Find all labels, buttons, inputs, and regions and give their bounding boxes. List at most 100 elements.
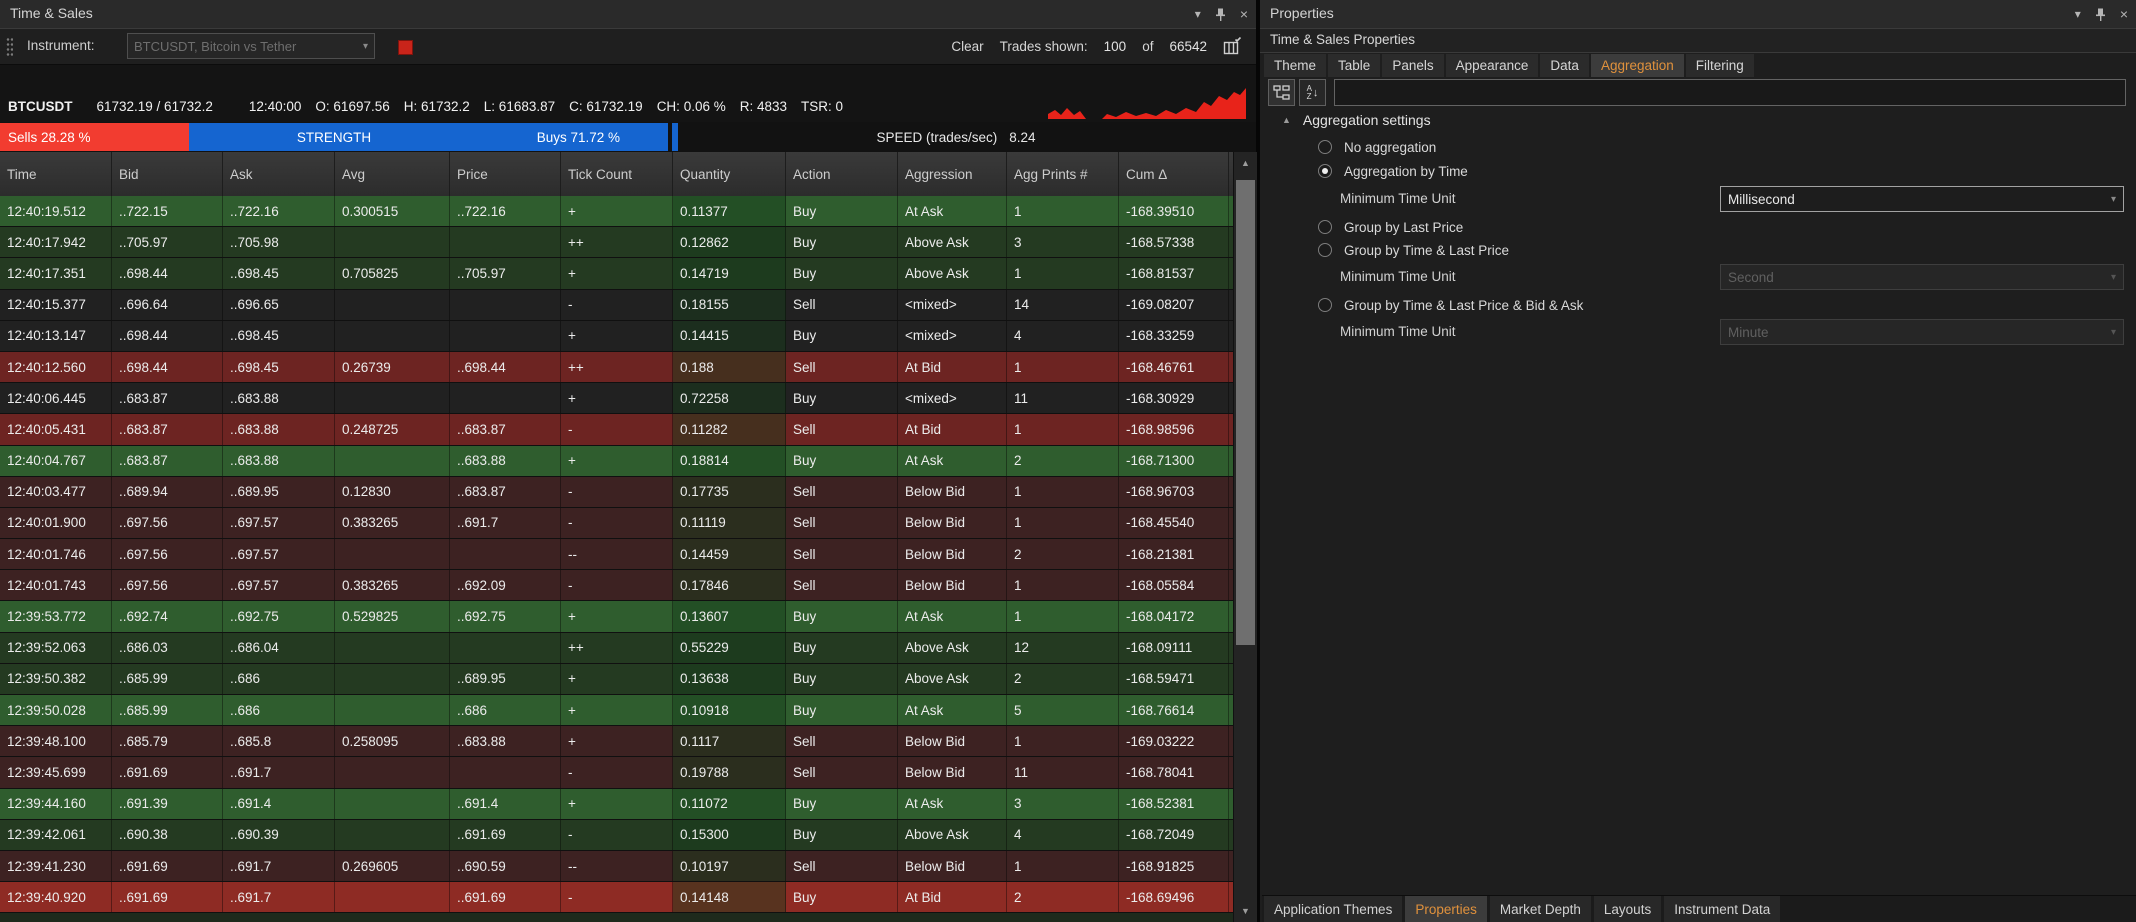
cell-tick: -	[561, 508, 673, 538]
drag-grip-icon[interactable]	[6, 37, 13, 56]
cell-price: ..690.59	[450, 851, 561, 881]
trade-row[interactable]: 12:40:03.477..689.94..689.950.12830..683…	[0, 477, 1233, 508]
tab-filtering[interactable]: Filtering	[1686, 54, 1754, 77]
minimum-time-unit-select-1[interactable]: Millisecond▾	[1720, 186, 2124, 212]
tab-table[interactable]: Table	[1328, 54, 1380, 77]
cell-qty: 0.14415	[673, 321, 786, 351]
col-header-avg[interactable]: Avg	[335, 152, 450, 196]
trade-row[interactable]: 12:39:53.772..692.74..692.750.529825..69…	[0, 601, 1233, 632]
cell-price: ..683.88	[450, 726, 561, 756]
col-header-aggr[interactable]: Aggression	[898, 152, 1007, 196]
pin-icon[interactable]	[1215, 8, 1226, 21]
tab-panels[interactable]: Panels	[1382, 54, 1443, 77]
cell-ask: ..686	[223, 695, 335, 725]
cell-prints: 14	[1007, 290, 1119, 320]
trade-row[interactable]: 12:40:15.377..696.64..696.65-0.18155Sell…	[0, 290, 1233, 321]
trade-row[interactable]: 12:40:04.767..683.87..683.88..683.88+0.1…	[0, 446, 1233, 477]
pin-icon[interactable]	[2095, 8, 2106, 21]
categorized-view-icon[interactable]	[1268, 79, 1295, 106]
col-header-prints[interactable]: Agg Prints #	[1007, 152, 1119, 196]
clear-button[interactable]: Clear	[951, 39, 983, 54]
trade-row[interactable]: 12:39:48.100..685.79..685.80.258095..683…	[0, 726, 1233, 757]
radio-group-by-time-last-price-bid-ask[interactable]: Group by Time & Last Price & Bid & Ask	[1318, 295, 1583, 315]
scrollbar-thumb[interactable]	[1236, 180, 1255, 645]
cell-cum: -168.45540	[1119, 508, 1229, 538]
alphabetical-sort-icon[interactable]: AZ↓	[1299, 79, 1326, 106]
cell-aggr: Above Ask	[898, 258, 1007, 288]
col-header-qty[interactable]: Quantity	[673, 152, 786, 196]
cell-tick: --	[561, 851, 673, 881]
radio-aggregation-by-time[interactable]: Aggregation by Time	[1318, 161, 1468, 181]
minimum-time-unit-select-3[interactable]: Minute▾	[1720, 319, 2124, 345]
trade-row[interactable]: 12:40:05.431..683.87..683.880.248725..68…	[0, 414, 1233, 445]
trade-row[interactable]: 12:40:12.560..698.44..698.450.26739..698…	[0, 352, 1233, 383]
col-header-price[interactable]: Price	[450, 152, 561, 196]
bottom-tab-instrument-data[interactable]: Instrument Data	[1664, 896, 1780, 922]
tab-appearance[interactable]: Appearance	[1446, 54, 1539, 77]
cell-cum: -168.69496	[1119, 882, 1229, 912]
col-header-ask[interactable]: Ask	[223, 152, 335, 196]
bottom-tab-market-depth[interactable]: Market Depth	[1490, 896, 1591, 922]
trade-row[interactable]: 12:40:01.743..697.56..697.570.383265..69…	[0, 570, 1233, 601]
close-icon[interactable]: ×	[2120, 7, 2128, 21]
trade-row[interactable]: 12:40:17.351..698.44..698.450.705825..70…	[0, 258, 1233, 289]
bottom-tab-layouts[interactable]: Layouts	[1594, 896, 1661, 922]
cell-prints: 4	[1007, 820, 1119, 850]
trade-row[interactable]: 12:39:42.061..690.38..690.39..691.69-0.1…	[0, 820, 1233, 851]
cell-qty: 0.13607	[673, 601, 786, 631]
close-icon[interactable]: ×	[1240, 7, 1248, 21]
bottom-tab-application-themes[interactable]: Application Themes	[1264, 896, 1402, 922]
cell-aggr: Below Bid	[898, 851, 1007, 881]
radio-no-aggregation[interactable]: No aggregation	[1318, 137, 1436, 157]
trade-row[interactable]: 12:40:13.147..698.44..698.45+0.14415Buy<…	[0, 321, 1233, 352]
trade-row[interactable]: 12:40:17.942..705.97..705.98++0.12862Buy…	[0, 227, 1233, 258]
col-header-bid[interactable]: Bid	[112, 152, 223, 196]
scroll-down-icon[interactable]: ▼	[1234, 906, 1257, 916]
cell-avg: 0.383265	[335, 508, 450, 538]
instrument-select[interactable]: BTCUSDT, Bitcoin vs Tether▾	[127, 33, 375, 59]
cell-avg: 0.300515	[335, 196, 450, 226]
scroll-up-icon[interactable]: ▲	[1234, 158, 1257, 168]
column-settings-icon[interactable]	[1223, 37, 1242, 56]
trade-row[interactable]: 12:40:19.512..722.15..722.160.300515..72…	[0, 196, 1233, 227]
trade-row[interactable]: 12:40:06.445..683.87..683.88+0.72258Buy<…	[0, 383, 1233, 414]
cell-tick: +	[561, 789, 673, 819]
minimum-time-unit-select-2[interactable]: Second▾	[1720, 264, 2124, 290]
cell-avg	[335, 446, 450, 476]
panel-menu-chevron-icon[interactable]: ▾	[2075, 8, 2081, 20]
cell-action: Buy	[786, 664, 898, 694]
property-search-input[interactable]	[1334, 79, 2126, 106]
cell-price: ..691.69	[450, 820, 561, 850]
col-header-tick[interactable]: Tick Count	[561, 152, 673, 196]
col-header-cum[interactable]: Cum Δ	[1119, 152, 1229, 196]
trade-row[interactable]: 12:39:40.920..691.69..691.7..691.69-0.14…	[0, 882, 1233, 913]
tab-aggregation[interactable]: Aggregation	[1591, 54, 1684, 77]
bottom-tab-properties[interactable]: Properties	[1405, 896, 1487, 922]
vertical-scrollbar[interactable]: ▲ ▼	[1233, 152, 1257, 922]
trade-row[interactable]: 12:40:01.746..697.56..697.57--0.14459Sel…	[0, 539, 1233, 570]
radio-group-by-time-last-price[interactable]: Group by Time & Last Price	[1318, 240, 1509, 260]
trade-row[interactable]: 12:39:50.382..685.99..686..689.95+0.1363…	[0, 664, 1233, 695]
cell-time: 12:39:53.772	[0, 601, 112, 631]
tab-theme[interactable]: Theme	[1264, 54, 1326, 77]
col-header-time[interactable]: Time	[0, 152, 112, 196]
panel-menu-chevron-icon[interactable]: ▾	[1195, 8, 1201, 20]
cell-bid: ..685.99	[112, 695, 223, 725]
aggregation-settings-group[interactable]: ▲ Aggregation settings	[1260, 112, 1431, 128]
trade-row[interactable]: 12:39:44.160..691.39..691.4..691.4+0.110…	[0, 789, 1233, 820]
cell-avg	[335, 820, 450, 850]
trade-row[interactable]: 12:39:52.063..686.03..686.04++0.55229Buy…	[0, 633, 1233, 664]
cell-price: ..683.87	[450, 414, 561, 444]
cell-tick: +	[561, 726, 673, 756]
trade-row[interactable]: 12:39:45.699..691.69..691.7-0.19788SellB…	[0, 757, 1233, 788]
cell-tick: -	[561, 477, 673, 507]
col-header-action[interactable]: Action	[786, 152, 898, 196]
cell-avg: 0.12830	[335, 477, 450, 507]
trade-row[interactable]: 12:39:41.230..691.69..691.70.269605..690…	[0, 851, 1233, 882]
trade-row[interactable]: 12:39:50.028..685.99..686..686+0.10918Bu…	[0, 695, 1233, 726]
cell-bid: ..689.94	[112, 477, 223, 507]
trade-row[interactable]: 12:40:01.900..697.56..697.570.383265..69…	[0, 508, 1233, 539]
radio-group-by-last-price[interactable]: Group by Last Price	[1318, 217, 1463, 237]
cell-price: ..691.69	[450, 882, 561, 912]
tab-data[interactable]: Data	[1540, 54, 1589, 77]
